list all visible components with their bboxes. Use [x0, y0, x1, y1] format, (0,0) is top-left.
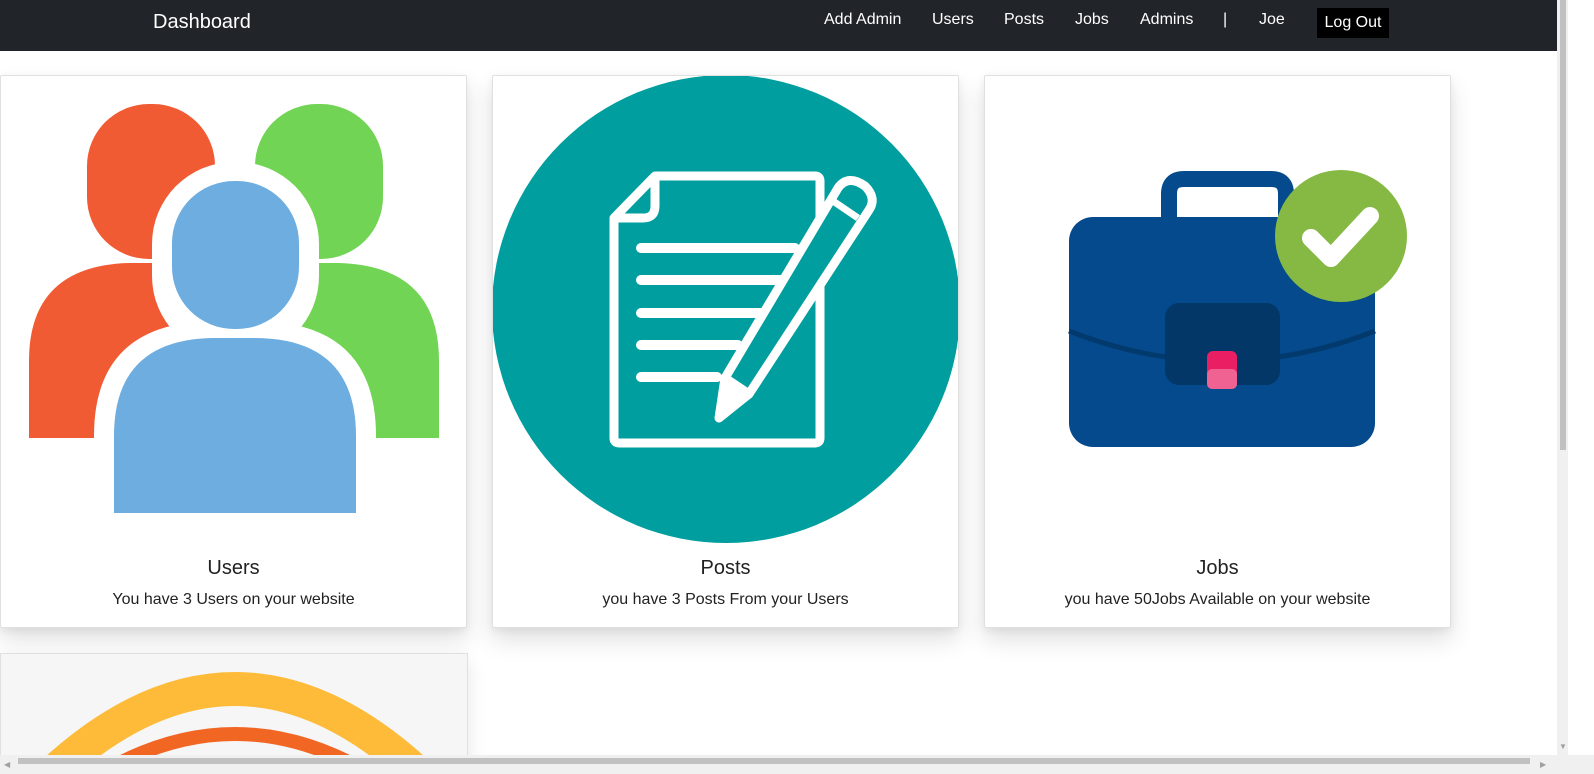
posts-card-text: you have 3 Posts From your Users	[602, 591, 849, 608]
horizontal-scrollbar-thumb[interactable]	[18, 758, 1530, 764]
jobs-card-title: Jobs	[1196, 557, 1239, 579]
scroll-left-arrow-icon[interactable]: ◀	[4, 760, 10, 769]
document-pen-icon	[493, 76, 958, 543]
nav-posts[interactable]: Posts	[1004, 11, 1044, 29]
posts-card-title: Posts	[700, 557, 751, 579]
nav-admins[interactable]: Admins	[1140, 11, 1193, 29]
users-card[interactable]: Users You have 3 Users on your website	[0, 75, 467, 628]
users-card-text: You have 3 Users on your website	[112, 591, 355, 608]
nav-user-name[interactable]: Joe	[1259, 11, 1285, 29]
nav-users[interactable]: Users	[932, 11, 974, 29]
nav-separator: |	[1223, 11, 1228, 28]
scroll-down-arrow-icon[interactable]: ▼	[1559, 742, 1567, 751]
vertical-scrollbar-thumb[interactable]	[1560, 0, 1566, 450]
briefcase-check-icon	[1068, 170, 1407, 447]
top-navbar: Dashboard Add Admin Users Posts Jobs Adm…	[0, 0, 1557, 51]
nav-jobs[interactable]: Jobs	[1075, 11, 1109, 29]
scroll-right-arrow-icon[interactable]: ▶	[1540, 760, 1546, 769]
posts-card[interactable]: Posts you have 3 Posts From your Users	[492, 75, 959, 628]
jobs-card[interactable]: Jobs you have 50Jobs Available on your w…	[984, 75, 1451, 628]
logout-button[interactable]: Log Out	[1317, 8, 1389, 38]
users-group-icon	[29, 104, 439, 523]
brand-dashboard-link[interactable]: Dashboard	[153, 11, 251, 34]
users-card-title: Users	[207, 557, 260, 579]
jobs-card-text: you have 50Jobs Available on your websit…	[1064, 591, 1371, 608]
nav-add-admin[interactable]: Add Admin	[824, 11, 901, 29]
